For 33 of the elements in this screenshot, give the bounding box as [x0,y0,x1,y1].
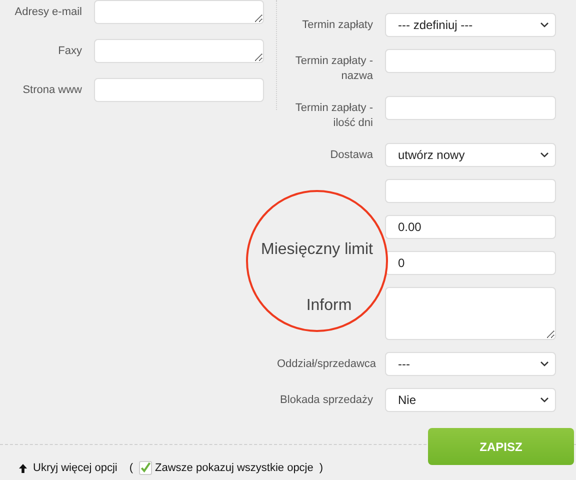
toggle-link[interactable]: Ukryj więcej opcji [33,462,118,474]
input-field[interactable]: 0 [385,251,556,275]
checkbox[interactable] [139,461,152,475]
dropdown[interactable]: Nie [385,388,556,412]
bracket-text: ) [319,462,324,474]
input-field[interactable] [385,49,556,73]
input-field[interactable]: 0.00 [385,215,556,239]
field-label: Termin zapłaty [301,18,373,33]
dropdown[interactable]: --- zdefiniuj --- [385,13,556,37]
field-label: Adresy e-mail [14,5,82,20]
chevron-down-icon [540,22,549,28]
text-area[interactable] [385,287,556,340]
field-label: Termin zapłaty - nazwa [294,54,373,84]
magnified-text: Inform [306,296,352,316]
checkbox-label: Zawsze pokazuj wszystkie opcje [155,462,314,474]
field-label: Termin zapłaty - ilość dni [294,101,373,131]
dropdown[interactable]: --- [385,352,556,376]
chevron-down-icon [540,361,549,367]
field-label: Blokada sprzedaży [279,393,373,408]
field-label: Faxy [57,44,82,59]
magnified-text: Miesięczny limit [260,240,373,260]
text-area[interactable] [94,0,264,24]
input-field[interactable] [94,78,264,102]
field-label: Dostawa [329,148,373,163]
bracket-text: ( [129,462,134,474]
chevron-down-icon [540,152,549,158]
chevron-down-icon [540,397,549,403]
arrow-up-icon [18,462,28,474]
input-field[interactable] [385,96,556,120]
field-label: Strona www [22,83,82,98]
input-field[interactable] [385,179,556,203]
dropdown[interactable]: utwórz nowy [385,143,556,167]
text-area[interactable] [94,39,264,63]
